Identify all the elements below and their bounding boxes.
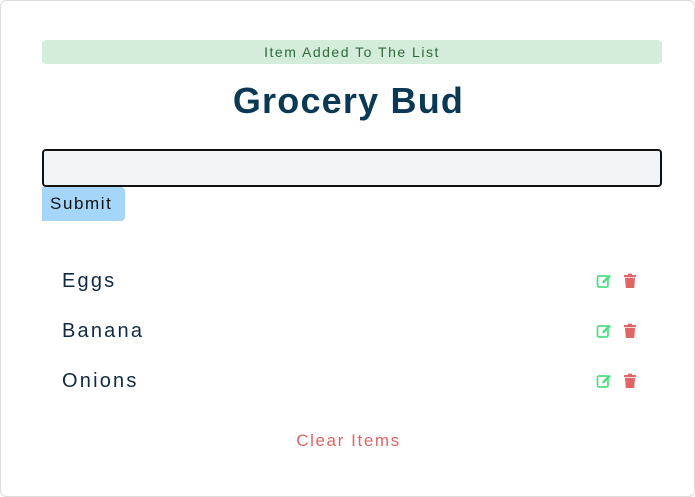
- grocery-input[interactable]: [42, 149, 662, 187]
- delete-button[interactable]: [622, 273, 638, 289]
- trash-icon: [624, 323, 636, 338]
- clear-items-button[interactable]: Clear Items: [1, 431, 695, 451]
- edit-button[interactable]: [596, 373, 612, 389]
- item-name: Eggs: [62, 270, 117, 292]
- grocery-list: Eggs Banana Onions: [42, 259, 662, 409]
- edit-button[interactable]: [596, 323, 612, 339]
- trash-icon: [624, 373, 636, 388]
- item-name: Banana: [62, 320, 145, 342]
- list-item: Banana: [42, 309, 662, 359]
- list-item: Onions: [42, 359, 662, 409]
- grocery-card: Item Added To The List Grocery Bud Submi…: [0, 0, 695, 497]
- edit-icon: [596, 274, 611, 288]
- submit-button[interactable]: Submit: [42, 187, 125, 221]
- item-name: Onions: [62, 370, 139, 392]
- delete-button[interactable]: [622, 323, 638, 339]
- edit-icon: [596, 324, 611, 338]
- delete-button[interactable]: [622, 373, 638, 389]
- page-title: Grocery Bud: [232, 80, 465, 121]
- trash-icon: [624, 273, 636, 288]
- edit-icon: [596, 374, 611, 388]
- list-item: Eggs: [42, 259, 662, 309]
- alert-banner: Item Added To The List: [42, 40, 662, 64]
- edit-button[interactable]: [596, 273, 612, 289]
